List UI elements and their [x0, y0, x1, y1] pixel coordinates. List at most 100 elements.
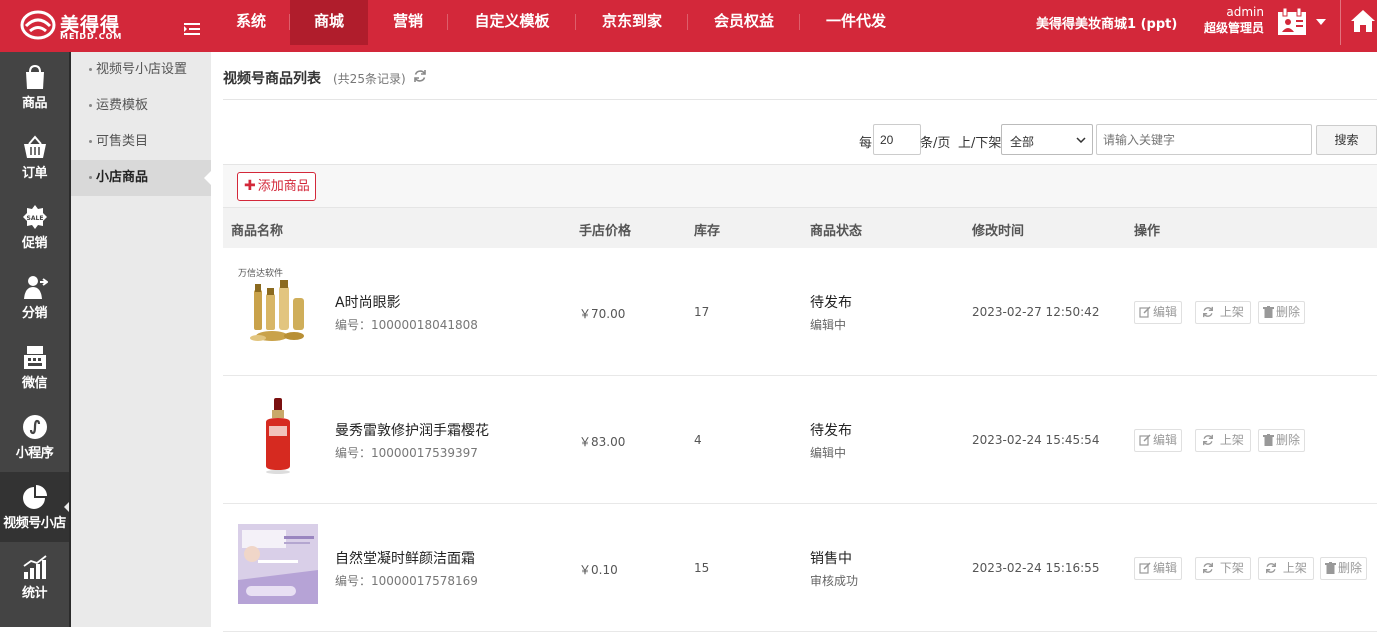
product-sub-status: 编辑中	[810, 318, 847, 332]
product-thumbnail[interactable]: 万信达软件	[238, 268, 318, 348]
col-header-name: 商品名称	[231, 224, 284, 239]
shelf-select-value: 全部	[1010, 135, 1035, 149]
nav-item-jd-home[interactable]: 京东到家	[576, 0, 688, 45]
list-on-button[interactable]: 上架	[1195, 301, 1251, 324]
per-page-suffix: 条/页	[920, 136, 951, 151]
bag-icon	[25, 64, 44, 89]
list-on-button[interactable]: 上架	[1195, 429, 1251, 452]
user-info[interactable]: admin 超级管理员	[1196, 5, 1264, 36]
active-indicator	[64, 500, 71, 514]
cash-register-icon	[23, 346, 46, 369]
sale-icon: SALE	[22, 205, 47, 229]
product-price: ￥0.10	[579, 563, 618, 577]
product-thumbnail[interactable]	[238, 524, 318, 604]
product-code: 编号：10000018041808	[335, 318, 478, 332]
page-header: 视频号商品列表 (共25条记录)	[223, 52, 1377, 100]
modified-time: 2023-02-27 12:50:42	[972, 305, 1100, 319]
main-content: 视频号商品列表 (共25条记录) 每 条/页 上/下架 全部 搜索 ✚添加商品 …	[223, 52, 1377, 632]
shelf-select[interactable]: 全部	[1001, 124, 1093, 155]
subnav-item-video-shop-settings[interactable]: 视频号小店设置	[71, 52, 211, 88]
add-product-button[interactable]: ✚ 添加商品	[237, 172, 316, 201]
action-toolbar: ✚ 添加商品	[223, 164, 1377, 208]
logo-icon	[20, 10, 56, 40]
sidebar-item-video-shop[interactable]: 视频号小店	[0, 472, 71, 542]
nav-item-system[interactable]: 系统	[212, 0, 290, 45]
list-off-button[interactable]: 下架	[1195, 557, 1251, 580]
plus-icon: ✚	[244, 178, 256, 194]
edit-icon	[1139, 562, 1151, 574]
miniprogram-icon	[22, 415, 47, 439]
sidebar-item-miniprogram[interactable]: 小程序	[0, 402, 69, 472]
col-header-price: 手店价格	[579, 224, 632, 239]
table-row: 万信达软件 A时尚眼影 编号：10000018041808 ￥70.00 17 …	[223, 248, 1377, 376]
sidebar-item-promotion[interactable]: SALE 促销	[0, 192, 69, 262]
sidebar-item-goods[interactable]: 商品	[0, 52, 69, 122]
sidebar-item-wechat[interactable]: 微信	[0, 332, 69, 402]
product-name[interactable]: 自然堂凝时鲜颜洁面霜	[335, 548, 475, 568]
refresh-icon	[1203, 562, 1213, 574]
product-stock: 4	[694, 433, 702, 447]
list-on-button[interactable]: 上架	[1258, 557, 1314, 580]
delete-button[interactable]: 删除	[1320, 557, 1368, 580]
subnav-item-categories[interactable]: 可售类目	[71, 124, 211, 160]
refresh-icon[interactable]	[413, 69, 427, 83]
edit-button[interactable]: 编辑	[1134, 557, 1183, 580]
product-thumbnail[interactable]	[238, 396, 318, 476]
nav-item-marketing[interactable]: 营销	[368, 0, 448, 45]
col-header-stock: 库存	[694, 224, 721, 239]
delete-button[interactable]: 删除	[1258, 429, 1306, 452]
product-sub-status: 审核成功	[810, 574, 859, 588]
product-status: 待发布	[810, 295, 852, 311]
home-button[interactable]	[1340, 0, 1377, 45]
product-name[interactable]: 曼秀雷敦修护润手霜樱花	[335, 420, 489, 440]
brand-sub: MEIDD.COM	[60, 32, 123, 41]
edit-button[interactable]: 编辑	[1134, 301, 1183, 324]
trash-icon	[1263, 434, 1274, 446]
product-sub-status: 编辑中	[810, 446, 847, 460]
nav-item-mall[interactable]: 商城	[290, 0, 368, 45]
keyword-search-input[interactable]	[1096, 124, 1312, 155]
trash-icon	[1325, 562, 1336, 574]
refresh-icon	[1203, 306, 1213, 318]
stats-icon	[22, 555, 47, 579]
refresh-icon	[1266, 562, 1276, 574]
table-row: 曼秀雷敦修护润手霜樱花 编号：10000017539397 ￥83.00 4 待…	[223, 376, 1377, 504]
record-count: (共25条记录)	[333, 72, 406, 86]
product-code: 编号：10000017578169	[335, 574, 478, 588]
product-name[interactable]: A时尚眼影	[335, 292, 401, 312]
edit-icon	[1139, 306, 1151, 318]
product-status: 待发布	[810, 423, 852, 439]
delete-button[interactable]: 删除	[1258, 301, 1306, 324]
product-stock: 15	[694, 561, 710, 575]
col-header-status: 商品状态	[810, 224, 863, 239]
distribution-icon	[23, 276, 48, 299]
product-stock: 17	[694, 305, 710, 319]
sidebar-item-distribution[interactable]: 分销	[0, 262, 69, 332]
nav-item-member-rights[interactable]: 会员权益	[688, 0, 800, 45]
modified-time: 2023-02-24 15:45:54	[972, 433, 1100, 447]
modified-time: 2023-02-24 15:16:55	[972, 561, 1100, 575]
nav-item-dropship[interactable]: 一件代发	[800, 0, 912, 45]
product-price: ￥83.00	[579, 435, 626, 449]
subnav-item-shop-goods[interactable]: 小店商品	[71, 160, 211, 196]
search-button[interactable]: 搜索	[1316, 125, 1377, 155]
shelf-label: 上/下架	[958, 136, 1002, 151]
per-page-input[interactable]	[873, 124, 921, 155]
calendar-user-icon[interactable]	[1277, 8, 1307, 36]
refresh-icon	[1203, 434, 1213, 446]
chevron-down-icon[interactable]	[1316, 19, 1326, 25]
subnav-item-freight-template[interactable]: 运费模板	[71, 88, 211, 124]
sub-sidebar: 视频号小店设置 运费模板 可售类目 小店商品	[71, 52, 211, 627]
col-header-actions: 操作	[1134, 224, 1161, 239]
edit-button[interactable]: 编辑	[1134, 429, 1183, 452]
top-nav: 系统 商城 营销 自定义模板 京东到家 会员权益 一件代发	[212, 0, 912, 45]
sidebar-item-orders[interactable]: 订单	[0, 122, 69, 192]
edit-icon	[1139, 434, 1151, 446]
menu-toggle-icon[interactable]	[184, 22, 200, 36]
shop-name[interactable]: 美得得美妆商城1 (ppt)	[1036, 13, 1177, 32]
sidebar-item-stats[interactable]: 统计	[0, 542, 69, 612]
nav-item-custom-template[interactable]: 自定义模板	[448, 0, 576, 45]
brand-logo[interactable]: 美得得 MEIDD.COM	[20, 6, 130, 46]
pie-chart-icon	[22, 485, 47, 509]
product-status: 销售中	[810, 551, 852, 567]
